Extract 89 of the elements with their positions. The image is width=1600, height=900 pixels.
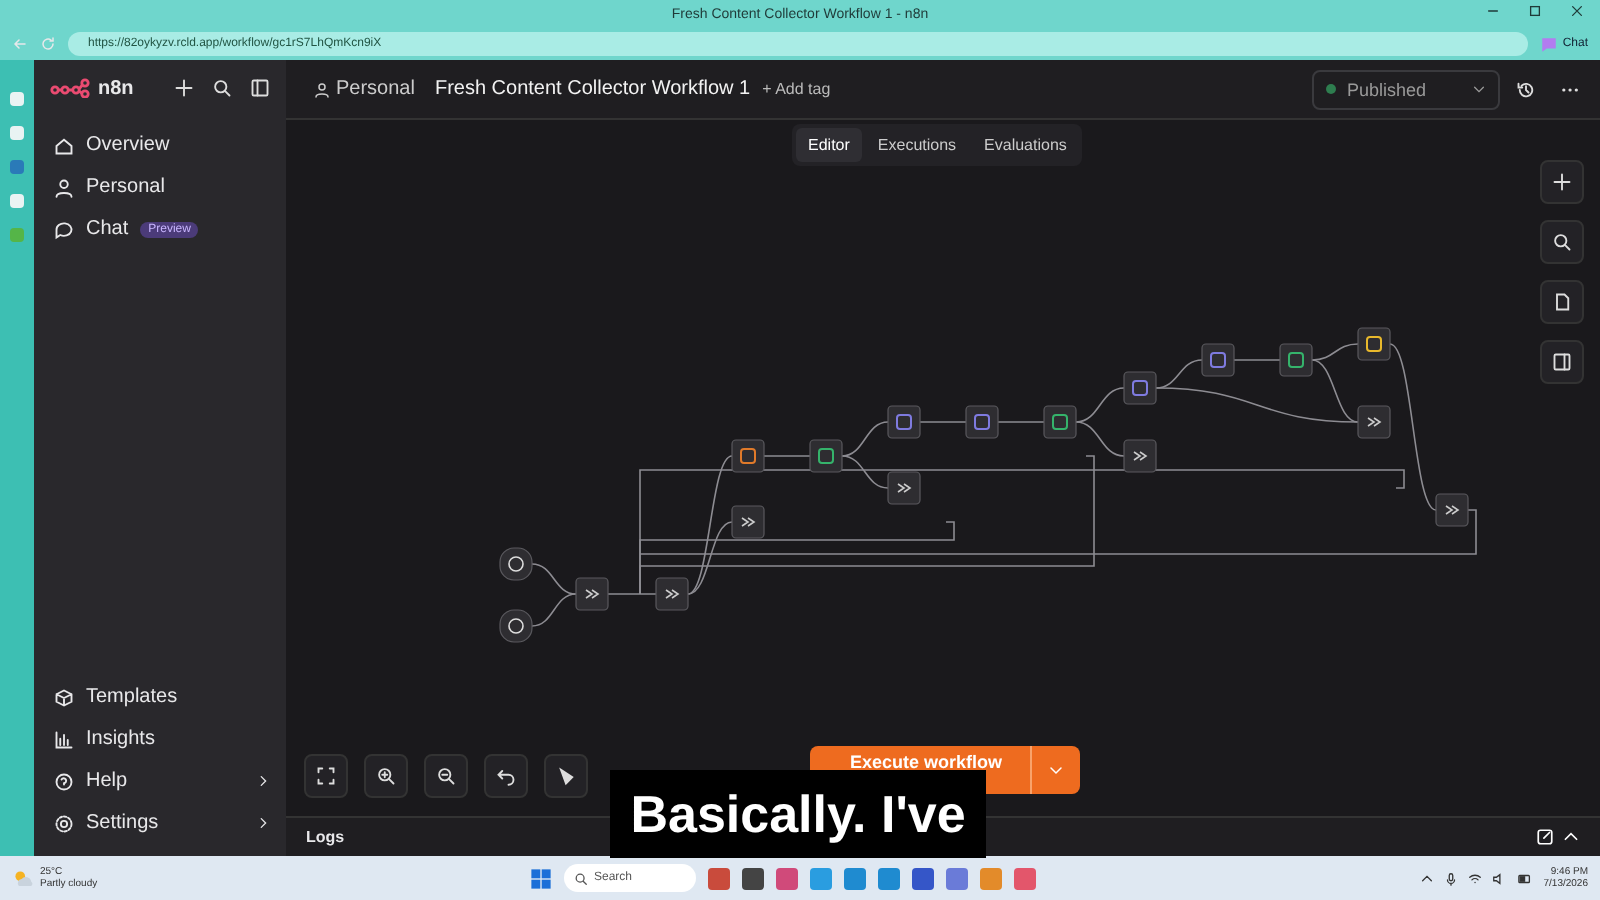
plus-icon[interactable] xyxy=(174,78,194,98)
workflow-node[interactable] xyxy=(887,471,921,505)
canvas-control-button[interactable] xyxy=(424,754,468,798)
chat-logo-icon xyxy=(1540,35,1559,53)
tab[interactable]: Executions xyxy=(865,128,969,162)
workflow-node[interactable] xyxy=(809,439,843,473)
nav-item[interactable]: Overview xyxy=(50,124,270,166)
nav-item[interactable]: Help xyxy=(50,760,270,802)
workflow-node[interactable] xyxy=(1279,343,1313,377)
workflow-title[interactable]: Fresh Content Collector Workflow 1 xyxy=(434,78,751,100)
popout-icon[interactable] xyxy=(1535,828,1554,846)
fit-view-icon xyxy=(316,766,336,786)
note-icon xyxy=(1552,292,1572,312)
connector-line xyxy=(919,421,967,423)
workflow-node[interactable] xyxy=(1357,327,1391,361)
workflow-node[interactable] xyxy=(1435,493,1469,527)
connector-line xyxy=(997,421,1045,423)
settings-icon xyxy=(54,813,74,833)
chevron-down-icon xyxy=(1048,762,1065,778)
sidebar-toggle-icon[interactable] xyxy=(250,78,270,98)
nav-item[interactable]: Personal xyxy=(50,166,270,208)
nav-item[interactable]: Templates xyxy=(50,676,270,718)
project-link[interactable]: Personal xyxy=(314,78,415,100)
connector-line xyxy=(1075,387,1125,423)
workflow-node[interactable] xyxy=(575,577,609,611)
chevron-up-icon[interactable] xyxy=(1562,828,1580,846)
brand-name: n8n xyxy=(98,77,136,99)
nav-item[interactable]: Insights xyxy=(50,718,270,760)
workflow-node[interactable] xyxy=(499,609,533,643)
canvas-control-button[interactable] xyxy=(364,754,408,798)
home-icon xyxy=(54,135,74,155)
taskbar-app-icon[interactable] xyxy=(742,867,764,889)
zoom-out-icon xyxy=(436,766,456,786)
publish-dropdown[interactable]: Published xyxy=(1312,69,1500,109)
close-icon[interactable] xyxy=(1570,4,1584,18)
workflow-node[interactable] xyxy=(731,439,765,473)
canvas-tool-button[interactable] xyxy=(1540,160,1584,204)
maximize-icon[interactable] xyxy=(1528,4,1542,18)
user-icon xyxy=(54,177,74,197)
search-icon[interactable] xyxy=(212,78,232,98)
workflow-node[interactable] xyxy=(499,547,533,581)
subtitle-overlay: Basically. I've xyxy=(610,770,986,858)
execute-options-button[interactable] xyxy=(1030,746,1081,794)
logo-icon xyxy=(50,78,90,98)
chevron-down-icon xyxy=(1472,82,1486,96)
minimize-icon[interactable] xyxy=(1486,4,1500,18)
canvas-tool-button[interactable] xyxy=(1540,340,1584,384)
nav-item[interactable]: Settings xyxy=(50,802,270,844)
taskbar-app-icon[interactable] xyxy=(708,867,730,889)
canvas-control-button[interactable] xyxy=(304,754,348,798)
chat-bubble-icon xyxy=(54,219,74,239)
tab[interactable]: Editor xyxy=(796,128,862,162)
canvas-control-button[interactable] xyxy=(544,754,588,798)
start-icon[interactable] xyxy=(530,867,552,889)
add-tag-link[interactable]: + Add tag xyxy=(762,80,831,98)
zoom-in-icon xyxy=(376,766,396,786)
workflow-node[interactable] xyxy=(887,405,921,439)
canvas-tool-button[interactable] xyxy=(1540,280,1584,324)
workflow-node[interactable] xyxy=(1043,405,1077,439)
taskbar-app-icon[interactable] xyxy=(912,867,934,889)
search-icon xyxy=(1552,232,1572,252)
chevron-up-icon[interactable] xyxy=(1419,871,1434,885)
workflow-node[interactable] xyxy=(965,405,999,439)
help-icon xyxy=(54,771,74,791)
workflow-node[interactable] xyxy=(1123,439,1157,473)
plus-icon xyxy=(1552,172,1572,192)
workflow-node[interactable] xyxy=(731,505,765,539)
tab[interactable]: Evaluations xyxy=(972,128,1079,162)
connector-line xyxy=(531,563,577,595)
undo-icon xyxy=(496,766,516,786)
workflow-node[interactable] xyxy=(1123,371,1157,405)
canvas-control-button[interactable] xyxy=(484,754,528,798)
taskbar-app-icon[interactable] xyxy=(776,867,798,889)
workflow-node[interactable] xyxy=(1357,405,1391,439)
connector-line xyxy=(1233,359,1281,361)
user-icon xyxy=(314,81,330,97)
search-icon xyxy=(574,871,588,885)
wifi-icon[interactable] xyxy=(1467,871,1482,885)
workflow-node[interactable] xyxy=(1201,343,1235,377)
history-icon[interactable] xyxy=(1516,79,1536,99)
battery-icon[interactable] xyxy=(1515,871,1534,885)
workflow-node[interactable] xyxy=(655,577,689,611)
box-icon xyxy=(54,687,74,707)
speaker-icon[interactable] xyxy=(1491,871,1506,885)
panel-icon xyxy=(1552,352,1572,372)
bar-chart-icon xyxy=(54,729,74,749)
connector-line xyxy=(531,593,577,627)
microphone-icon[interactable] xyxy=(1443,871,1458,885)
canvas-tool-button[interactable] xyxy=(1540,220,1584,264)
